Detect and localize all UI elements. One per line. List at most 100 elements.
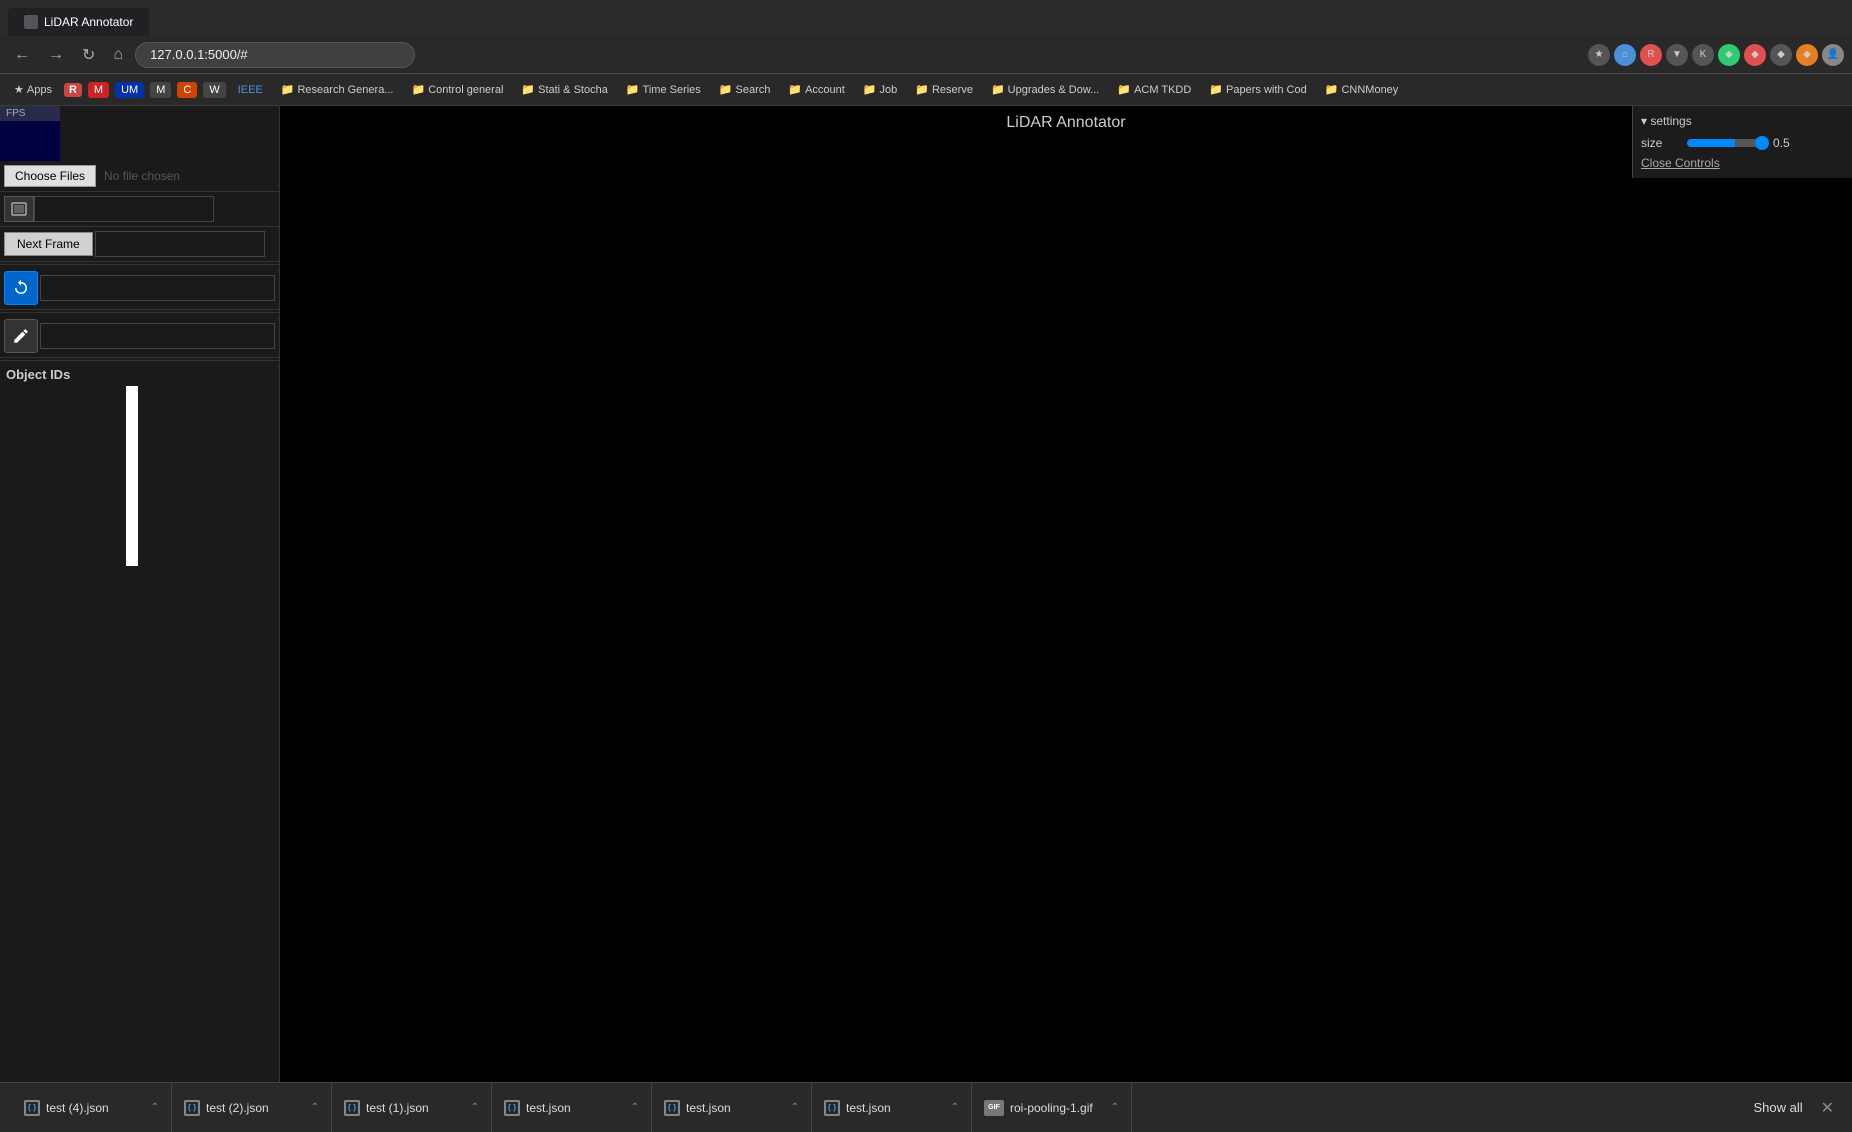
chevron-down-icon-2: ⌃ xyxy=(471,1102,479,1113)
frame-row xyxy=(0,192,279,227)
download-filename-1: test (2).json xyxy=(206,1101,269,1115)
bookmark-timeseries[interactable]: 📁Time Series xyxy=(620,81,707,98)
bookmark-m2[interactable]: M xyxy=(150,82,171,98)
bookmark-papers[interactable]: 📁Papers with Cod xyxy=(1203,81,1312,98)
bookmark-reserve[interactable]: 📁Reserve xyxy=(909,81,979,98)
forward-button[interactable]: → xyxy=(42,44,70,66)
main-area: FPS Choose Files No file chosen Next Fra… xyxy=(0,106,1852,1082)
download-filename-6: roi-pooling-1.gif xyxy=(1010,1101,1093,1115)
extension-icon-6[interactable]: ◆ xyxy=(1744,44,1766,66)
settings-size-slider[interactable] xyxy=(1687,139,1767,147)
bookmark-acm[interactable]: 📁ACM TKDD xyxy=(1111,81,1197,98)
bookmarks-bar: ★ Apps R M UM M C W IEEE 📁Research Gener… xyxy=(0,74,1852,106)
download-filename-5: test.json xyxy=(846,1101,891,1115)
download-item-4[interactable]: { } test.json ⌃ xyxy=(652,1083,812,1132)
no-file-label: No file chosen xyxy=(96,169,180,183)
choose-files-button[interactable]: Choose Files xyxy=(4,165,96,187)
chevron-down-icon-5: ⌃ xyxy=(951,1102,959,1113)
download-item-6[interactable]: GIF roi-pooling-1.gif ⌃ xyxy=(972,1083,1132,1132)
bookmark-m1[interactable]: M xyxy=(88,82,109,98)
download-gif-icon-6: GIF xyxy=(984,1100,1004,1116)
chevron-down-icon-4: ⌃ xyxy=(791,1102,799,1113)
chevron-down-icon-1: ⌃ xyxy=(311,1102,319,1113)
download-json-icon-1: { } xyxy=(184,1100,200,1116)
extension-icon-5[interactable]: ◆ xyxy=(1718,44,1740,66)
divider-1 xyxy=(0,264,279,265)
bookmark-r[interactable]: R xyxy=(64,83,82,97)
download-json-icon-4: { } xyxy=(664,1100,680,1116)
rotate-input[interactable] xyxy=(40,275,275,301)
bookmark-stati[interactable]: 📁Stati & Stocha xyxy=(515,81,613,98)
object-ids-section: Object IDs xyxy=(0,363,279,1082)
bookmark-job[interactable]: 📁Job xyxy=(857,81,903,98)
download-filename-4: test.json xyxy=(686,1101,731,1115)
pencil-input[interactable] xyxy=(40,323,275,349)
bookmark-um[interactable]: UM xyxy=(115,82,144,98)
next-frame-button[interactable]: Next Frame xyxy=(4,232,93,256)
extension-icon-7[interactable]: ◆ xyxy=(1770,44,1792,66)
download-json-icon-3: { } xyxy=(504,1100,520,1116)
download-item-5[interactable]: { } test.json ⌃ xyxy=(812,1083,972,1132)
rotate-tool-button[interactable] xyxy=(4,271,38,305)
address-icons: ★ ⌂ R ▼ K ◆ ◆ ◆ ◆ 👤 xyxy=(1588,44,1844,66)
show-all-button[interactable]: Show all xyxy=(1741,1096,1814,1119)
settings-panel: ▾ settings size 0.5 Close Controls xyxy=(1632,106,1852,178)
bookmark-apps[interactable]: ★ Apps xyxy=(8,81,58,98)
extension-icon-1[interactable]: ⌂ xyxy=(1614,44,1636,66)
left-panel: FPS Choose Files No file chosen Next Fra… xyxy=(0,106,280,1082)
reload-button[interactable]: ↻ xyxy=(76,43,101,67)
download-json-icon-5: { } xyxy=(824,1100,840,1116)
download-filename-2: test (1).json xyxy=(366,1101,429,1115)
download-filename-0: test (4).json xyxy=(46,1101,109,1115)
download-item-0[interactable]: { } test (4).json ⌃ xyxy=(12,1083,172,1132)
download-item-3[interactable]: { } test.json ⌃ xyxy=(492,1083,652,1132)
bookmark-w[interactable]: W xyxy=(203,82,225,98)
bookmark-cnn[interactable]: 📁CNNMoney xyxy=(1319,81,1405,98)
tool-row-2 xyxy=(0,315,279,358)
file-chooser-row: Choose Files No file chosen xyxy=(0,161,279,192)
fps-label: FPS xyxy=(0,106,60,121)
extension-icon-2[interactable]: R xyxy=(1640,44,1662,66)
profile-icon[interactable]: 👤 xyxy=(1822,44,1844,66)
chevron-down-icon-0: ⌃ xyxy=(151,1102,159,1113)
bookmark-upgrades[interactable]: 📁Upgrades & Dow... xyxy=(985,81,1105,98)
download-item-2[interactable]: { } test (1).json ⌃ xyxy=(332,1083,492,1132)
tab-favicon xyxy=(24,15,38,29)
extension-icon-8[interactable]: ◆ xyxy=(1796,44,1818,66)
video-preview xyxy=(0,121,60,161)
extension-icon-3[interactable]: ▼ xyxy=(1666,44,1688,66)
frame-icon xyxy=(4,196,34,222)
download-item-1[interactable]: { } test (2).json ⌃ xyxy=(172,1083,332,1132)
pencil-tool-button[interactable] xyxy=(4,319,38,353)
frame-text-input[interactable] xyxy=(95,231,265,257)
frame-number-input[interactable] xyxy=(34,196,214,222)
bookmark-account[interactable]: 📁Account xyxy=(782,81,850,98)
settings-size-row: size 0.5 xyxy=(1641,136,1844,150)
extension-icon-4[interactable]: K xyxy=(1692,44,1714,66)
chevron-down-icon-6: ⌃ xyxy=(1111,1102,1119,1113)
app-title: LiDAR Annotator xyxy=(1006,106,1125,140)
tool-row-1 xyxy=(0,267,279,310)
bookmark-icon[interactable]: ★ xyxy=(1588,44,1610,66)
download-json-icon-0: { } xyxy=(24,1100,40,1116)
bookmark-search[interactable]: 📁Search xyxy=(713,81,777,98)
divider-2 xyxy=(0,312,279,313)
bookmark-control[interactable]: 📁Control general xyxy=(405,81,509,98)
bookmark-research[interactable]: 📁Research Genera... xyxy=(275,81,400,98)
bookmark-ieee[interactable]: IEEE xyxy=(232,82,269,98)
bookmark-c[interactable]: C xyxy=(177,82,197,98)
chevron-down-icon-3: ⌃ xyxy=(631,1102,639,1113)
settings-title[interactable]: ▾ settings xyxy=(1641,114,1844,128)
close-download-bar-button[interactable]: ✕ xyxy=(1815,1094,1840,1122)
object-ids-list[interactable] xyxy=(126,386,138,566)
close-controls-button[interactable]: Close Controls xyxy=(1641,156,1844,170)
canvas-area[interactable]: LiDAR Annotator ▾ settings size 0.5 Clos… xyxy=(280,106,1852,1082)
address-bar: ← → ↻ ⌂ ★ ⌂ R ▼ K ◆ ◆ ◆ ◆ 👤 xyxy=(0,36,1852,74)
download-bar: { } test (4).json ⌃ { } test (2).json ⌃ … xyxy=(0,1082,1852,1132)
active-tab[interactable]: LiDAR Annotator xyxy=(8,8,149,36)
address-input[interactable] xyxy=(135,42,415,68)
divider-3 xyxy=(0,360,279,361)
back-button[interactable]: ← xyxy=(8,44,36,66)
object-ids-label: Object IDs xyxy=(6,367,273,382)
home-button[interactable]: ⌂ xyxy=(107,44,129,66)
